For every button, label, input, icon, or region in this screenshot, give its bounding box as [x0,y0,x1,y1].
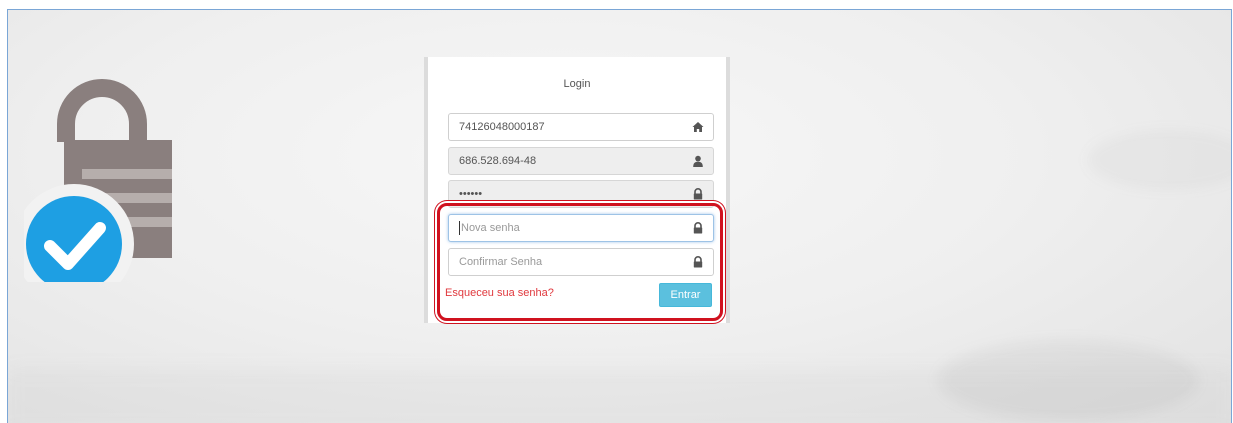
login-panel: Login 74126048000187 686.528.694-48 ••••… [424,57,730,323]
confirm-password-placeholder: Confirmar Senha [459,256,543,268]
password-field-value: •••••• [459,188,483,200]
padlock-check-icon [24,79,172,282]
login-title: Login [563,78,591,90]
home-icon [692,122,704,132]
forgot-password-link[interactable]: Esqueceu sua senha? [445,287,554,299]
confirm-password-input[interactable]: Confirmar Senha [448,248,714,276]
background-texture [1088,130,1231,190]
lock-icon [693,256,703,268]
company-field[interactable]: 74126048000187 [448,113,714,141]
user-field[interactable]: 686.528.694-48 [448,147,714,175]
new-password-input[interactable]: Nova senha [448,214,714,242]
user-field-value: 686.528.694-48 [459,155,537,167]
lock-icon [693,222,703,234]
text-cursor [459,221,460,235]
user-icon [693,155,703,167]
padlock-stripe [82,169,172,179]
new-password-placeholder: Nova senha [461,222,520,234]
enter-button[interactable]: Entrar [659,283,712,307]
company-field-value: 74126048000187 [459,121,545,133]
lock-icon [693,188,703,200]
padlock-shackle [57,79,147,142]
background-texture [8,370,1231,423]
password-field[interactable]: •••••• [448,180,714,208]
